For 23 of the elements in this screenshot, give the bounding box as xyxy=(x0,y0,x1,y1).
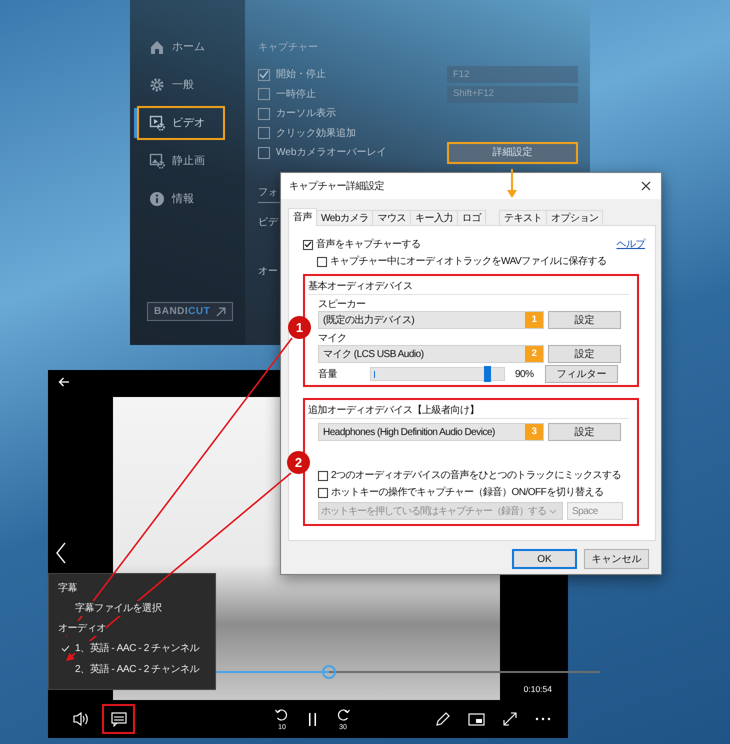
option-label: カーソル表示 xyxy=(276,106,336,122)
field-label: 音量 xyxy=(318,368,338,382)
number-badge: 3 xyxy=(525,424,543,440)
option-label: 一時停止 xyxy=(276,88,316,102)
option-label: 開始・停止 xyxy=(276,68,326,82)
time-label: 0:10:54 xyxy=(524,683,552,696)
option-label: クリック効果追加 xyxy=(276,126,356,141)
checkbox-label: 2つのオーディオデバイスの音声をひとつのトラックにミックスする xyxy=(331,468,622,483)
number-badge: 1 xyxy=(525,312,543,328)
group-title: 追加オーディオデバイス【上級者向け】 xyxy=(308,403,629,419)
option-label: Webカメラオーバーレイ xyxy=(276,146,386,160)
checkbox-label: ホットキーの操作でキャプチャー（録音）ON/OFFを切り替える xyxy=(331,486,604,500)
section-title: キャプチャー xyxy=(258,40,319,55)
setting-label: オー xyxy=(258,264,278,278)
menu-heading: オーディオ xyxy=(58,621,106,636)
checkbox-label: 音声をキャプチャーする xyxy=(316,238,420,252)
checkbox-label: キャプチャー中にオーディオトラックをWAVファイルに保存する xyxy=(330,254,607,269)
field-label: スピーカー xyxy=(317,298,366,311)
field-label: マイク xyxy=(317,332,348,345)
group-title: 基本オーディオデバイス xyxy=(308,279,629,295)
setting-label: ビデ xyxy=(258,216,278,230)
volume-reading: 90% xyxy=(515,368,535,382)
number-badge: 2 xyxy=(525,346,543,362)
